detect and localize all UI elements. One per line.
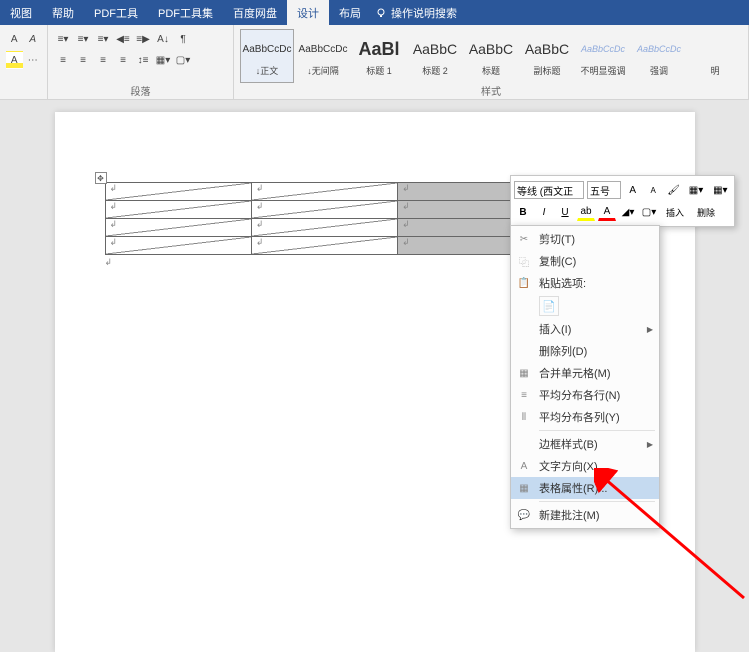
bullets-icon[interactable]: ≡▾ xyxy=(54,30,72,48)
group-label-paragraph: 段落 xyxy=(48,83,233,98)
group-styles: AaBbCcDc↓正文 AaBbCcDc↓无间隔 AaBl标题 1 AaBbC标… xyxy=(234,25,749,99)
paste-keep-source-icon[interactable]: 📄 xyxy=(539,296,559,316)
dist-cols-icon: ⦀ xyxy=(517,410,531,424)
group-label-styles: 样式 xyxy=(234,83,748,98)
style-subtle-emphasis[interactable]: AaBbCcDc不明显强调 xyxy=(576,29,630,83)
text-direction-icon: A xyxy=(517,459,531,473)
tab-baidu-netdisk[interactable]: 百度网盘 xyxy=(223,0,287,25)
table-row[interactable]: ↲↲↲ xyxy=(105,237,544,255)
cm-table-properties[interactable]: ▦表格属性(R)... xyxy=(511,477,659,499)
style-normal[interactable]: AaBbCcDc↓正文 xyxy=(240,29,294,83)
mini-toolbar: A A 🖌 ▦▾ ▦▾ B I U ab A ◢▾ ▢▾ 插入 删除 xyxy=(510,175,735,227)
bold-icon[interactable]: B xyxy=(514,203,532,221)
align-left-icon[interactable]: ≡ xyxy=(54,51,72,69)
numbering-icon[interactable]: ≡▾ xyxy=(74,30,92,48)
tab-design[interactable]: 设计 xyxy=(287,0,329,25)
style-gallery[interactable]: AaBbCcDc↓正文 AaBbCcDc↓无间隔 AaBl标题 1 AaBbC标… xyxy=(240,27,742,83)
borders-icon[interactable]: ▢▾ xyxy=(174,51,192,69)
group-font: A A A ⋯ xyxy=(0,25,48,99)
properties-icon: ▦ xyxy=(517,481,531,495)
indent-icon[interactable]: ≡▶ xyxy=(134,30,152,48)
cm-cut[interactable]: ✂剪切(T) xyxy=(511,228,659,250)
clipboard-icon: 📋 xyxy=(517,276,531,290)
dist-rows-icon: ≡ xyxy=(517,388,531,402)
style-emphasis[interactable]: AaBbCcDc强调 xyxy=(632,29,686,83)
cm-delete-column[interactable]: 删除列(D) xyxy=(511,340,659,362)
tell-me-search[interactable]: 操作说明搜索 xyxy=(375,5,457,21)
shading-color-icon[interactable]: ◢▾ xyxy=(619,203,637,221)
justify-icon[interactable]: ≡ xyxy=(114,51,132,69)
highlight-color-icon[interactable]: ab xyxy=(577,203,595,221)
cm-insert[interactable]: 插入(I)▶ xyxy=(511,318,659,340)
style-title[interactable]: AaBbC标题 xyxy=(464,29,518,83)
style-no-spacing[interactable]: AaBbCcDc↓无间隔 xyxy=(296,29,350,83)
style-subtitle[interactable]: AaBbC副标题 xyxy=(520,29,574,83)
shading-icon[interactable]: ▦▾ xyxy=(154,51,172,69)
cm-text-direction[interactable]: A文字方向(X)... xyxy=(511,455,659,477)
table-row[interactable]: ↲↲↲ xyxy=(105,183,544,201)
align-center-icon[interactable]: ≡ xyxy=(74,51,92,69)
cm-distribute-cols[interactable]: ⦀平均分布各列(Y) xyxy=(511,406,659,428)
comment-icon: 💬 xyxy=(517,508,531,522)
lightbulb-icon xyxy=(375,7,387,19)
tab-layout[interactable]: 布局 xyxy=(329,0,371,25)
menu-bar: 视图 帮助 PDF工具 PDF工具集 百度网盘 设计 布局 操作说明搜索 xyxy=(0,0,749,25)
document-table[interactable]: ↲↲↲ ↲↲↲ ↲↲↲ ↲↲↲ xyxy=(105,182,545,255)
highlight-icon[interactable]: A xyxy=(6,51,23,69)
chevron-right-icon: ▶ xyxy=(647,325,653,334)
mini-size-select[interactable] xyxy=(587,181,621,199)
line-spacing-icon[interactable]: ↕≡ xyxy=(134,51,152,69)
underline-icon[interactable]: U xyxy=(556,203,574,221)
cm-separator xyxy=(539,501,655,502)
copy-icon: ⿻ xyxy=(517,254,531,268)
delete-button[interactable]: 删除 xyxy=(692,203,720,221)
cm-border-style[interactable]: 边框样式(B)▶ xyxy=(511,433,659,455)
font-more-icon[interactable]: ⋯ xyxy=(25,51,42,69)
cm-merge-cells[interactable]: ▦合并单元格(M) xyxy=(511,362,659,384)
grow-font-icon[interactable]: A xyxy=(624,181,641,199)
chevron-right-icon: ▶ xyxy=(647,440,653,449)
tab-pdf-toolset[interactable]: PDF工具集 xyxy=(148,0,223,25)
cm-new-comment[interactable]: 💬新建批注(M) xyxy=(511,504,659,526)
cm-separator xyxy=(539,430,655,431)
search-placeholder: 操作说明搜索 xyxy=(391,5,457,21)
style-heading1[interactable]: AaBl标题 1 xyxy=(352,29,406,83)
table-row[interactable]: ↲↲↲ xyxy=(105,219,544,237)
scissors-icon: ✂ xyxy=(517,232,531,246)
cm-copy[interactable]: ⿻复制(C) xyxy=(511,250,659,272)
cm-paste-options: 📋粘贴选项: xyxy=(511,272,659,294)
cm-distribute-rows[interactable]: ≡平均分布各行(N) xyxy=(511,384,659,406)
tab-pdf-tools[interactable]: PDF工具 xyxy=(84,0,148,25)
style-more[interactable]: 明 xyxy=(688,29,742,83)
table-style2-icon[interactable]: ▦▾ xyxy=(710,181,731,199)
table-row[interactable]: ↲↲↲ xyxy=(105,201,544,219)
merge-icon: ▦ xyxy=(517,366,531,380)
ribbon: A A A ⋯ ≡▾ ≡▾ ≡▾ ◀≡ ≡▶ A↓ ¶ ≡ ≡ ≡ ≡ ↕≡ ▦… xyxy=(0,25,749,100)
table-style-icon[interactable]: ▦▾ xyxy=(685,181,706,199)
group-paragraph: ≡▾ ≡▾ ≡▾ ◀≡ ≡▶ A↓ ¶ ≡ ≡ ≡ ≡ ↕≡ ▦▾ ▢▾ 段落 xyxy=(48,25,234,99)
cm-paste-option-row: 📄 xyxy=(511,294,659,318)
font-name-icon[interactable]: A xyxy=(6,30,23,48)
font-color-icon[interactable]: A xyxy=(598,203,616,221)
sort-icon[interactable]: A↓ xyxy=(154,30,172,48)
format-painter-icon[interactable]: 🖌 xyxy=(665,181,682,199)
shrink-font-icon[interactable]: A xyxy=(644,181,661,199)
tab-view[interactable]: 视图 xyxy=(0,0,42,25)
border-icon[interactable]: ▢▾ xyxy=(640,203,658,221)
show-marks-icon[interactable]: ¶ xyxy=(174,30,192,48)
font-style-icon[interactable]: A xyxy=(25,30,42,48)
insert-button[interactable]: 插入 xyxy=(661,203,689,221)
style-heading2[interactable]: AaBbC标题 2 xyxy=(408,29,462,83)
mini-font-select[interactable] xyxy=(514,181,584,199)
italic-icon[interactable]: I xyxy=(535,203,553,221)
multilevel-icon[interactable]: ≡▾ xyxy=(94,30,112,48)
outdent-icon[interactable]: ◀≡ xyxy=(114,30,132,48)
tab-help[interactable]: 帮助 xyxy=(42,0,84,25)
context-menu: ✂剪切(T) ⿻复制(C) 📋粘贴选项: 📄 插入(I)▶ 删除列(D) ▦合并… xyxy=(510,225,660,529)
align-right-icon[interactable]: ≡ xyxy=(94,51,112,69)
